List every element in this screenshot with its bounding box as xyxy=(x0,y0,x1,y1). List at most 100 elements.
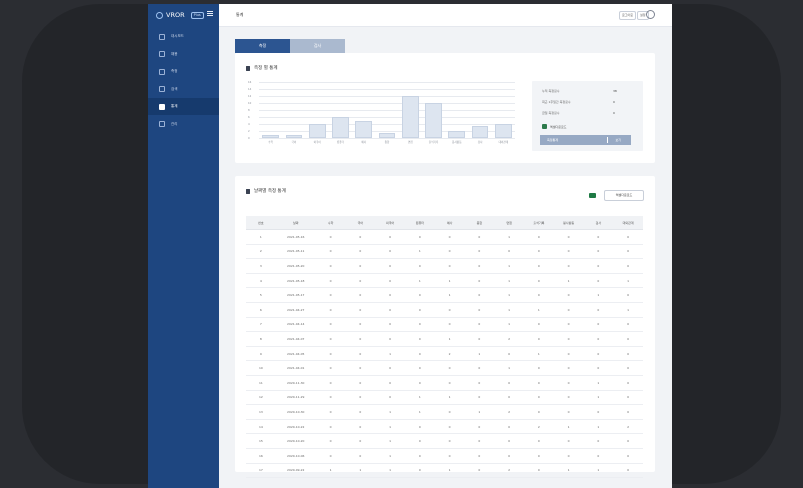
table-row[interactable]: 2 2021-05-11 0 0 0 1 0 0 0 0 0 0 0 xyxy=(246,244,643,260)
table-cell: 0 xyxy=(464,317,495,333)
table-row[interactable]: 11 2020-11-30 0 0 0 0 0 0 0 0 0 1 0 xyxy=(246,375,643,391)
logo-icon xyxy=(156,11,163,19)
table-row[interactable]: 10 2021-04-01 0 0 0 0 0 0 1 0 0 0 0 xyxy=(246,360,643,376)
view-link[interactable]: 보기 xyxy=(615,138,621,142)
table-row[interactable]: 16 2020-10-06 0 0 1 0 0 0 0 0 0 0 0 xyxy=(246,448,643,464)
table-cell: 0 xyxy=(434,244,465,260)
tab-measure[interactable]: 측정 xyxy=(235,39,290,53)
brand-logo[interactable]: VROR Plus xyxy=(156,9,204,21)
table-cell: 2020-09-22 xyxy=(275,463,316,479)
table-cell: 0 xyxy=(315,433,346,449)
table-cell: 17 xyxy=(246,463,276,479)
logout-button[interactable]: 로그아웃 xyxy=(619,11,637,20)
week-count-value: 0 xyxy=(613,100,615,104)
table-row[interactable]: 12 2020-11-29 0 0 0 1 1 0 0 0 0 1 0 xyxy=(246,390,643,406)
menu-toggle-icon[interactable] xyxy=(207,11,213,16)
x-tick-label: 국어 xyxy=(291,141,297,144)
table-cell: 2 xyxy=(434,346,465,362)
checkbox[interactable] xyxy=(542,124,547,129)
table-cell: 0 xyxy=(524,258,554,274)
tab-inspection[interactable]: 검사 xyxy=(290,39,345,53)
table-cell: 0 xyxy=(583,273,614,289)
excel-icon xyxy=(589,193,596,198)
brand-tag: Plus xyxy=(190,11,204,19)
table-row[interactable]: 1 2021-05-16 0 0 0 0 0 0 1 0 0 0 0 xyxy=(246,229,643,245)
table-cell: 0 xyxy=(375,375,405,391)
card-title: 측정 별 통계 xyxy=(246,65,278,71)
table-row[interactable]: 14 2020-10-22 0 0 1 0 0 0 0 2 1 1 2 xyxy=(246,419,643,435)
summary-panel: 누적 측정횟수 38 최근 1주일간 측정횟수 0 금일 측정횟수 0 엑셀다운… xyxy=(532,81,643,151)
table-cell: 0 xyxy=(405,287,435,303)
x-tick-label: 외국어 xyxy=(313,141,321,144)
table-cell: 1 xyxy=(315,463,346,479)
sidebar-item-0[interactable]: 대시보드 xyxy=(148,28,219,45)
x-tick-label: 봉사활동 xyxy=(452,141,462,144)
table-cell: 9 xyxy=(246,346,276,362)
week-count-label: 최근 1주일간 측정횟수 xyxy=(542,100,571,104)
sidebar-item-5[interactable]: 관리 xyxy=(148,116,219,133)
table-row[interactable]: 15 2020-10-20 0 0 1 0 0 0 0 0 0 0 0 xyxy=(246,433,643,449)
table-cell: 0 xyxy=(315,302,346,318)
table-cell: 0 xyxy=(434,419,465,435)
table-cell: 0 xyxy=(405,360,435,376)
table-cell: 0 xyxy=(553,448,584,464)
table-cell: 2 xyxy=(246,244,276,260)
y-tick-label: 10 xyxy=(248,101,252,105)
table-row[interactable]: 4 2021-05-18 0 0 0 1 1 0 1 0 1 0 1 xyxy=(246,273,643,289)
table-row[interactable]: 13 2020-10-30 0 0 1 1 0 1 2 0 0 0 0 xyxy=(246,404,643,420)
table-cell: 1 xyxy=(494,360,524,376)
table-cell: 0 xyxy=(315,419,346,435)
table-cell: 0 xyxy=(315,258,346,274)
excel-download-button[interactable]: 엑셀다운로드 xyxy=(604,190,644,201)
table-row[interactable]: 8 2021-04-07 0 0 0 0 1 0 2 0 0 0 0 xyxy=(246,331,643,347)
table-cell: 0 xyxy=(345,448,376,464)
excel-checkbox-row[interactable]: 엑셀다운로드 xyxy=(542,124,567,129)
table-cell: 13 xyxy=(246,404,276,420)
sidebar-item-3[interactable]: 검색 xyxy=(148,81,219,98)
excel-download: 엑셀다운로드 xyxy=(589,190,644,201)
table-row[interactable]: 6 2021-04-27 0 0 0 0 0 0 1 1 0 0 1 xyxy=(246,302,643,318)
table-cell: 0 xyxy=(553,346,584,362)
table-cell: 2021-05-17 xyxy=(275,287,316,303)
chart-bar xyxy=(494,124,512,138)
table-row[interactable]: 7 2021-04-14 0 0 0 0 0 0 1 0 0 0 0 xyxy=(246,317,643,333)
grid-line xyxy=(259,96,515,97)
table-cell: 1 xyxy=(524,302,554,318)
table-row[interactable]: 3 2021-05-20 0 0 0 0 0 0 1 0 0 0 0 xyxy=(246,258,643,274)
table-cell: 0 xyxy=(434,317,465,333)
column-header: 예사 xyxy=(434,216,465,230)
table-cell: 1 xyxy=(464,346,495,362)
table-cell: 0 xyxy=(494,433,524,449)
table-cell: 1 xyxy=(375,463,405,479)
table-row[interactable]: 9 2021-04-05 0 0 1 0 2 1 0 1 0 0 0 xyxy=(246,346,643,362)
table-cell: 2021-05-20 xyxy=(275,258,316,274)
table-cell: 0 xyxy=(405,448,435,464)
table-cell: 0 xyxy=(583,317,614,333)
table-cell: 0 xyxy=(524,273,554,289)
calendar-icon xyxy=(159,121,165,127)
table-row[interactable]: 17 2020-09-22 1 1 1 0 1 0 2 0 1 1 0 xyxy=(246,463,643,479)
document-icon xyxy=(246,65,250,71)
table-row[interactable]: 5 2021-05-17 0 0 0 0 1 0 1 0 0 1 0 xyxy=(246,287,643,303)
grid-line xyxy=(259,82,515,83)
table-cell: 4 xyxy=(246,273,276,289)
tab-bar: 측정 검사 xyxy=(235,39,345,53)
sidebar-item-2[interactable]: 측정 xyxy=(148,63,219,80)
table-cell: 2 xyxy=(524,419,554,435)
table-cell: 0 xyxy=(315,404,346,420)
measure-stats-button[interactable]: 측정통계 보기 xyxy=(540,135,631,145)
topbar: 통계 로그아웃 설정 xyxy=(219,4,672,27)
user-icon[interactable] xyxy=(646,10,655,19)
table-cell: 0 xyxy=(464,375,495,391)
table-cell: 1 xyxy=(553,419,584,435)
table-cell: 1 xyxy=(434,390,465,406)
chart-bar xyxy=(378,132,396,138)
home-icon xyxy=(159,33,165,40)
table-cell: 0 xyxy=(583,331,614,347)
sidebar-item-1[interactable]: 채용 xyxy=(148,46,219,63)
chart-bar xyxy=(308,124,326,138)
table-cell: 0 xyxy=(405,317,435,333)
table-cell: 0 xyxy=(315,375,346,391)
table-cell: 0 xyxy=(464,287,495,303)
sidebar-item-4[interactable]: 통계 xyxy=(148,98,219,115)
